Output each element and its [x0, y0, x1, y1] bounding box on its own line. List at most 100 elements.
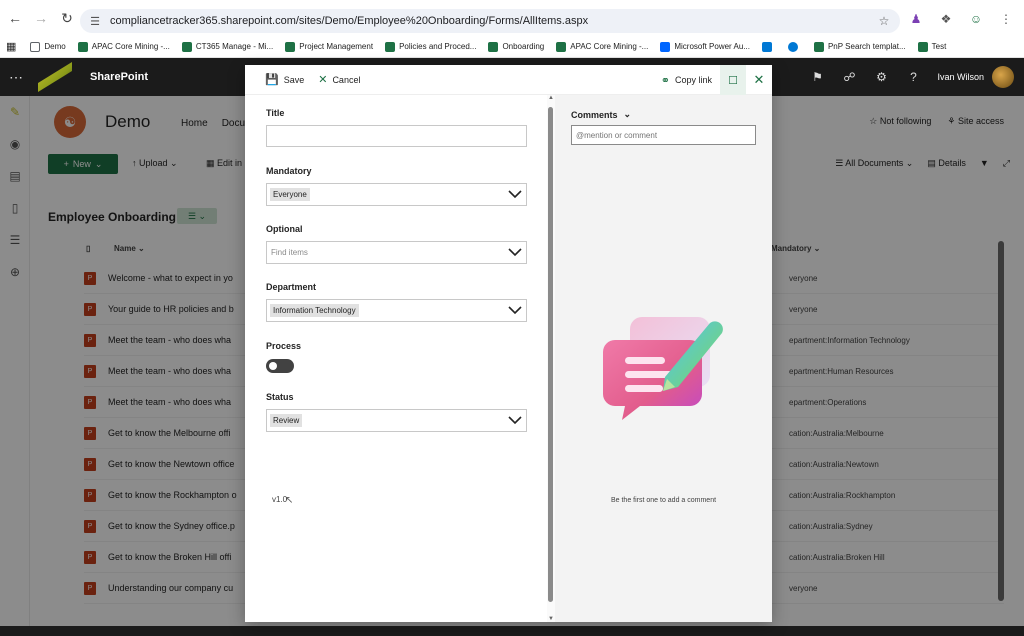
browser-toolbar: ← → ↻ ☰ compliancetracker365.sharepoint.…: [0, 0, 1024, 36]
user-name[interactable]: Ivan Wilson: [937, 72, 984, 82]
address-bar[interactable]: ☰ compliancetracker365.sharepoint.com/si…: [80, 9, 900, 33]
title-input[interactable]: [266, 125, 527, 147]
bookmark-item[interactable]: Policies and Proced...: [385, 41, 477, 52]
department-value[interactable]: Information Technology: [270, 304, 359, 317]
bookmark-item[interactable]: Demo: [30, 41, 66, 52]
process-label: Process: [266, 341, 302, 351]
comment-illustration-icon: [603, 317, 723, 420]
copy-link-label: Copy link: [674, 75, 712, 85]
folder-icon: [30, 41, 41, 52]
app-launcher-icon[interactable]: ⋯: [0, 58, 32, 96]
bookmark-item[interactable]: Microsoft Power Au...: [660, 41, 750, 52]
optional-label: Optional: [266, 224, 303, 234]
cancel-label: Cancel: [332, 74, 361, 85]
mouse-cursor-icon: ↖: [285, 495, 294, 506]
bookmark-item[interactable]: Test: [917, 41, 947, 52]
process-toggle[interactable]: [266, 359, 294, 373]
onedrive-icon: [787, 41, 798, 52]
cancel-icon: ✕: [318, 74, 328, 86]
sharepoint-icon: [385, 41, 396, 52]
sharepoint-icon: [488, 41, 499, 52]
sharepoint-icon: [285, 41, 296, 52]
form-area: Title Mandatory Everyone Optional Find i…: [245, 95, 555, 622]
url-text: compliancetracker365.sharepoint.com/site…: [110, 15, 589, 27]
department-select[interactable]: Information Technology: [266, 299, 527, 322]
copy-link-button[interactable]: ⚭ Copy link: [661, 74, 712, 87]
reload-icon[interactable]: ↻: [56, 7, 78, 29]
chevron-down-icon[interactable]: [508, 412, 522, 428]
network-icon[interactable]: ☍: [833, 58, 865, 96]
bookmark-item[interactable]: [761, 41, 776, 52]
save-icon: 💾: [265, 74, 279, 86]
toggle-knob: [269, 362, 277, 370]
bookmark-label: Demo: [44, 42, 66, 51]
status-select[interactable]: Review: [266, 409, 527, 432]
mandatory-select[interactable]: Everyone: [266, 183, 527, 206]
empty-comments-text: Be the first one to add a comment: [610, 497, 717, 504]
scroll-up-icon[interactable]: ▲: [547, 95, 555, 101]
bookmark-label: Project Management: [299, 42, 374, 51]
gear-icon[interactable]: ⚙: [865, 58, 897, 96]
sharepoint-icon: [556, 41, 567, 52]
bookmark-label: APAC Core Mining -...: [570, 42, 649, 51]
bookmark-item[interactable]: Project Management: [285, 41, 374, 52]
comments-header[interactable]: Comments ⌄: [571, 109, 631, 120]
bookmark-label: Onboarding: [502, 42, 545, 51]
bookmark-item[interactable]: PnP Search templat...: [813, 41, 906, 52]
back-icon[interactable]: ←: [4, 7, 26, 29]
bookmark-item[interactable]: CT365 Manage - Mi...: [181, 41, 273, 52]
edit-properties-panel: 💾 Save ✕ Cancel ⚭ Copy link ☐ ✕ Title Ma…: [245, 65, 772, 622]
optional-select[interactable]: Find items: [266, 241, 527, 264]
extension-icon[interactable]: ♟: [906, 9, 926, 29]
sharepoint-icon: [813, 41, 824, 52]
save-button[interactable]: 💾 Save: [265, 73, 304, 86]
site-info-icon[interactable]: ☰: [88, 14, 102, 28]
help-icon[interactable]: ?: [897, 58, 929, 96]
close-icon[interactable]: ✕: [746, 65, 772, 95]
comments-pane: Comments ⌄ @mention or comment Be the fi…: [555, 95, 772, 622]
mandatory-value[interactable]: Everyone: [270, 188, 310, 201]
megaphone-icon[interactable]: ⚑: [801, 58, 833, 96]
bookmark-label: Microsoft Power Au...: [674, 42, 750, 51]
bookmarks-bar: ▦ Demo APAC Core Mining -... CT365 Manag…: [0, 36, 1024, 58]
scroll-down-icon[interactable]: ▼: [547, 616, 555, 622]
mandatory-label: Mandatory: [266, 166, 312, 176]
sharepoint-icon: [917, 41, 928, 52]
bookmark-item[interactable]: APAC Core Mining -...: [556, 41, 649, 52]
avatar[interactable]: [992, 66, 1014, 88]
chevron-down-icon: ⌄: [623, 109, 632, 119]
bookmark-label: Test: [931, 42, 947, 51]
bookmark-item[interactable]: [787, 41, 802, 52]
cancel-button[interactable]: ✕ Cancel: [318, 73, 360, 86]
form-scrollbar[interactable]: ▲ ▼: [547, 95, 555, 622]
chevron-down-icon[interactable]: [508, 302, 522, 318]
sharepoint-icon: [77, 41, 88, 52]
department-label: Department: [266, 282, 317, 292]
bookmark-item[interactable]: Onboarding: [488, 41, 545, 52]
taskbar-strip: [0, 626, 1024, 636]
apps-icon[interactable]: ▦: [6, 40, 16, 53]
status-value[interactable]: Review: [270, 414, 303, 427]
chevron-down-icon[interactable]: [508, 186, 522, 202]
outlook-icon: [761, 41, 772, 52]
scroll-thumb[interactable]: [548, 107, 553, 602]
power-automate-icon: [660, 41, 671, 52]
comments-title: Comments: [571, 109, 618, 120]
sharepoint-icon: [181, 41, 192, 52]
forward-icon[interactable]: →: [30, 7, 52, 29]
app-title[interactable]: SharePoint: [90, 71, 148, 83]
bookmark-label: APAC Core Mining -...: [91, 42, 170, 51]
chevron-down-icon[interactable]: [508, 244, 522, 260]
bookmark-label: PnP Search templat...: [827, 42, 906, 51]
bookmark-label: Policies and Proced...: [399, 42, 477, 51]
more-menu-icon[interactable]: ⋮: [996, 9, 1016, 29]
puzzle-icon[interactable]: ❖: [936, 9, 956, 29]
comments-toggle-icon[interactable]: ☐: [720, 65, 746, 95]
bookmark-star-icon[interactable]: ☆: [874, 11, 894, 31]
bookmark-item[interactable]: APAC Core Mining -...: [77, 41, 170, 52]
panel-command-bar: 💾 Save ✕ Cancel ⚭ Copy link ☐ ✕: [245, 65, 772, 95]
profile-icon[interactable]: ☺: [966, 9, 986, 29]
comment-input[interactable]: [571, 125, 756, 145]
title-label: Title: [266, 108, 285, 118]
tenant-logo[interactable]: [38, 62, 72, 92]
